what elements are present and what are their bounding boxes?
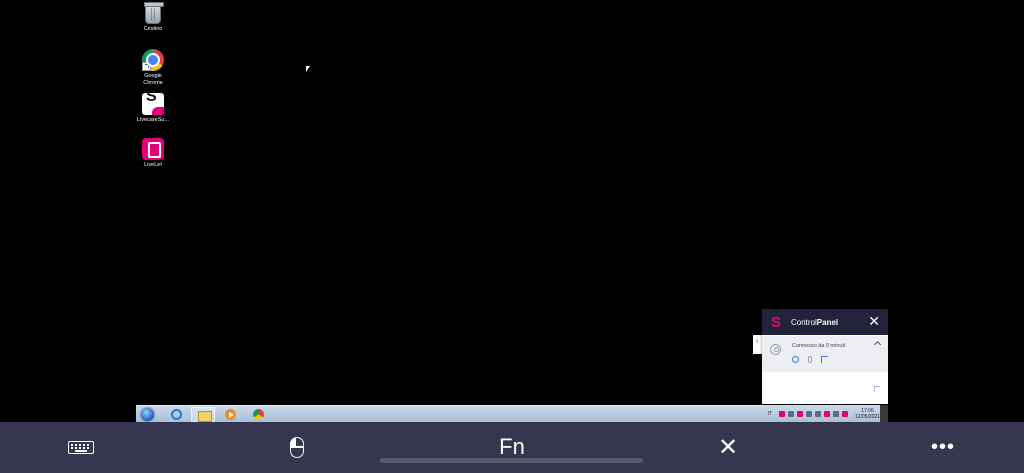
desktop-icon-livecare[interactable]: S LivecareSu... (135, 88, 171, 124)
language-indicator[interactable]: IT (768, 411, 772, 417)
taskbar-show-desktop[interactable] (880, 405, 888, 422)
recycle-bin-icon (144, 2, 164, 24)
close-icon[interactable]: ✕ (868, 314, 880, 328)
system-tray: IT 17:06 12/05/2021 (768, 406, 880, 422)
title-bold: Panel (816, 317, 839, 327)
tray-livelet-icon[interactable] (823, 411, 830, 417)
taskbar: IT 17:06 12/05/2021 (136, 405, 888, 422)
livecare-icon: S (142, 88, 164, 115)
chrome-icon (142, 49, 164, 71)
tray-app-icon[interactable] (796, 411, 803, 417)
chevron-right-icon: › (756, 338, 759, 345)
tray-livecare-icon[interactable] (778, 411, 785, 417)
disconnect-button[interactable]: ✕ (713, 432, 743, 462)
livelet-icon (142, 138, 164, 160)
keyboard-button[interactable] (66, 432, 96, 462)
desktop-icon-label: Google Chrome (143, 73, 163, 86)
mouse-icon (290, 436, 304, 458)
remote-control-icon[interactable] (792, 356, 799, 363)
microphone-icon[interactable] (808, 356, 812, 363)
tray-volume-icon[interactable] (805, 411, 812, 417)
cursor-mode-icon[interactable] (874, 386, 880, 392)
desktop-icon-label: Cestino (143, 26, 163, 32)
tray-network-icon[interactable] (787, 411, 794, 417)
taskbar-chrome[interactable] (246, 407, 270, 422)
desktop-icon-google-chrome[interactable]: Google Chrome (135, 49, 171, 86)
taskbar-media-player[interactable] (218, 407, 242, 422)
clock-date: 12/05/2021 (854, 414, 880, 420)
desktop-icon-recycle-bin[interactable]: Cestino (135, 2, 171, 33)
desktop-icon-label: LivecareSu... (136, 117, 170, 123)
tray-flag-icon[interactable] (814, 411, 821, 417)
desktop-icon-label: LiveLet (144, 162, 162, 168)
taskbar-clock[interactable]: 17:06 12/05/2021 (855, 408, 880, 420)
session-info: Connesso da 0 minuti (762, 336, 888, 372)
taskbar-internet-explorer[interactable] (164, 407, 188, 422)
tray-display-icon[interactable] (832, 411, 839, 417)
start-button[interactable] (139, 407, 157, 422)
mouse-cursor-icon (306, 66, 310, 72)
title-prefix: Control (791, 317, 817, 327)
livecare-logo-letter: S (146, 88, 157, 105)
more-options-button[interactable]: ••• (925, 432, 961, 462)
tray-control-icon[interactable] (841, 411, 848, 417)
chevron-up-icon[interactable] (873, 340, 882, 349)
mouse-button[interactable] (282, 432, 312, 462)
user-icon (770, 344, 781, 355)
control-panel-title: ControlPanel (791, 318, 838, 327)
connection-status: Connesso da 0 minuti (792, 343, 846, 349)
control-panel: S ControlPanel ✕ Connesso da 0 minuti (762, 309, 888, 404)
keyboard-icon (68, 440, 94, 454)
control-panel-collapse-button[interactable]: › (753, 335, 762, 354)
pointer-icon[interactable] (821, 356, 828, 363)
home-indicator[interactable] (380, 458, 643, 463)
control-panel-header: S ControlPanel ✕ (762, 309, 888, 335)
taskbar-file-explorer[interactable] (191, 407, 215, 422)
shortcut-arrow-icon (142, 62, 151, 71)
livecare-logo-icon: S (771, 313, 782, 331)
desktop-icon-livelet[interactable]: LiveLet (135, 138, 171, 169)
